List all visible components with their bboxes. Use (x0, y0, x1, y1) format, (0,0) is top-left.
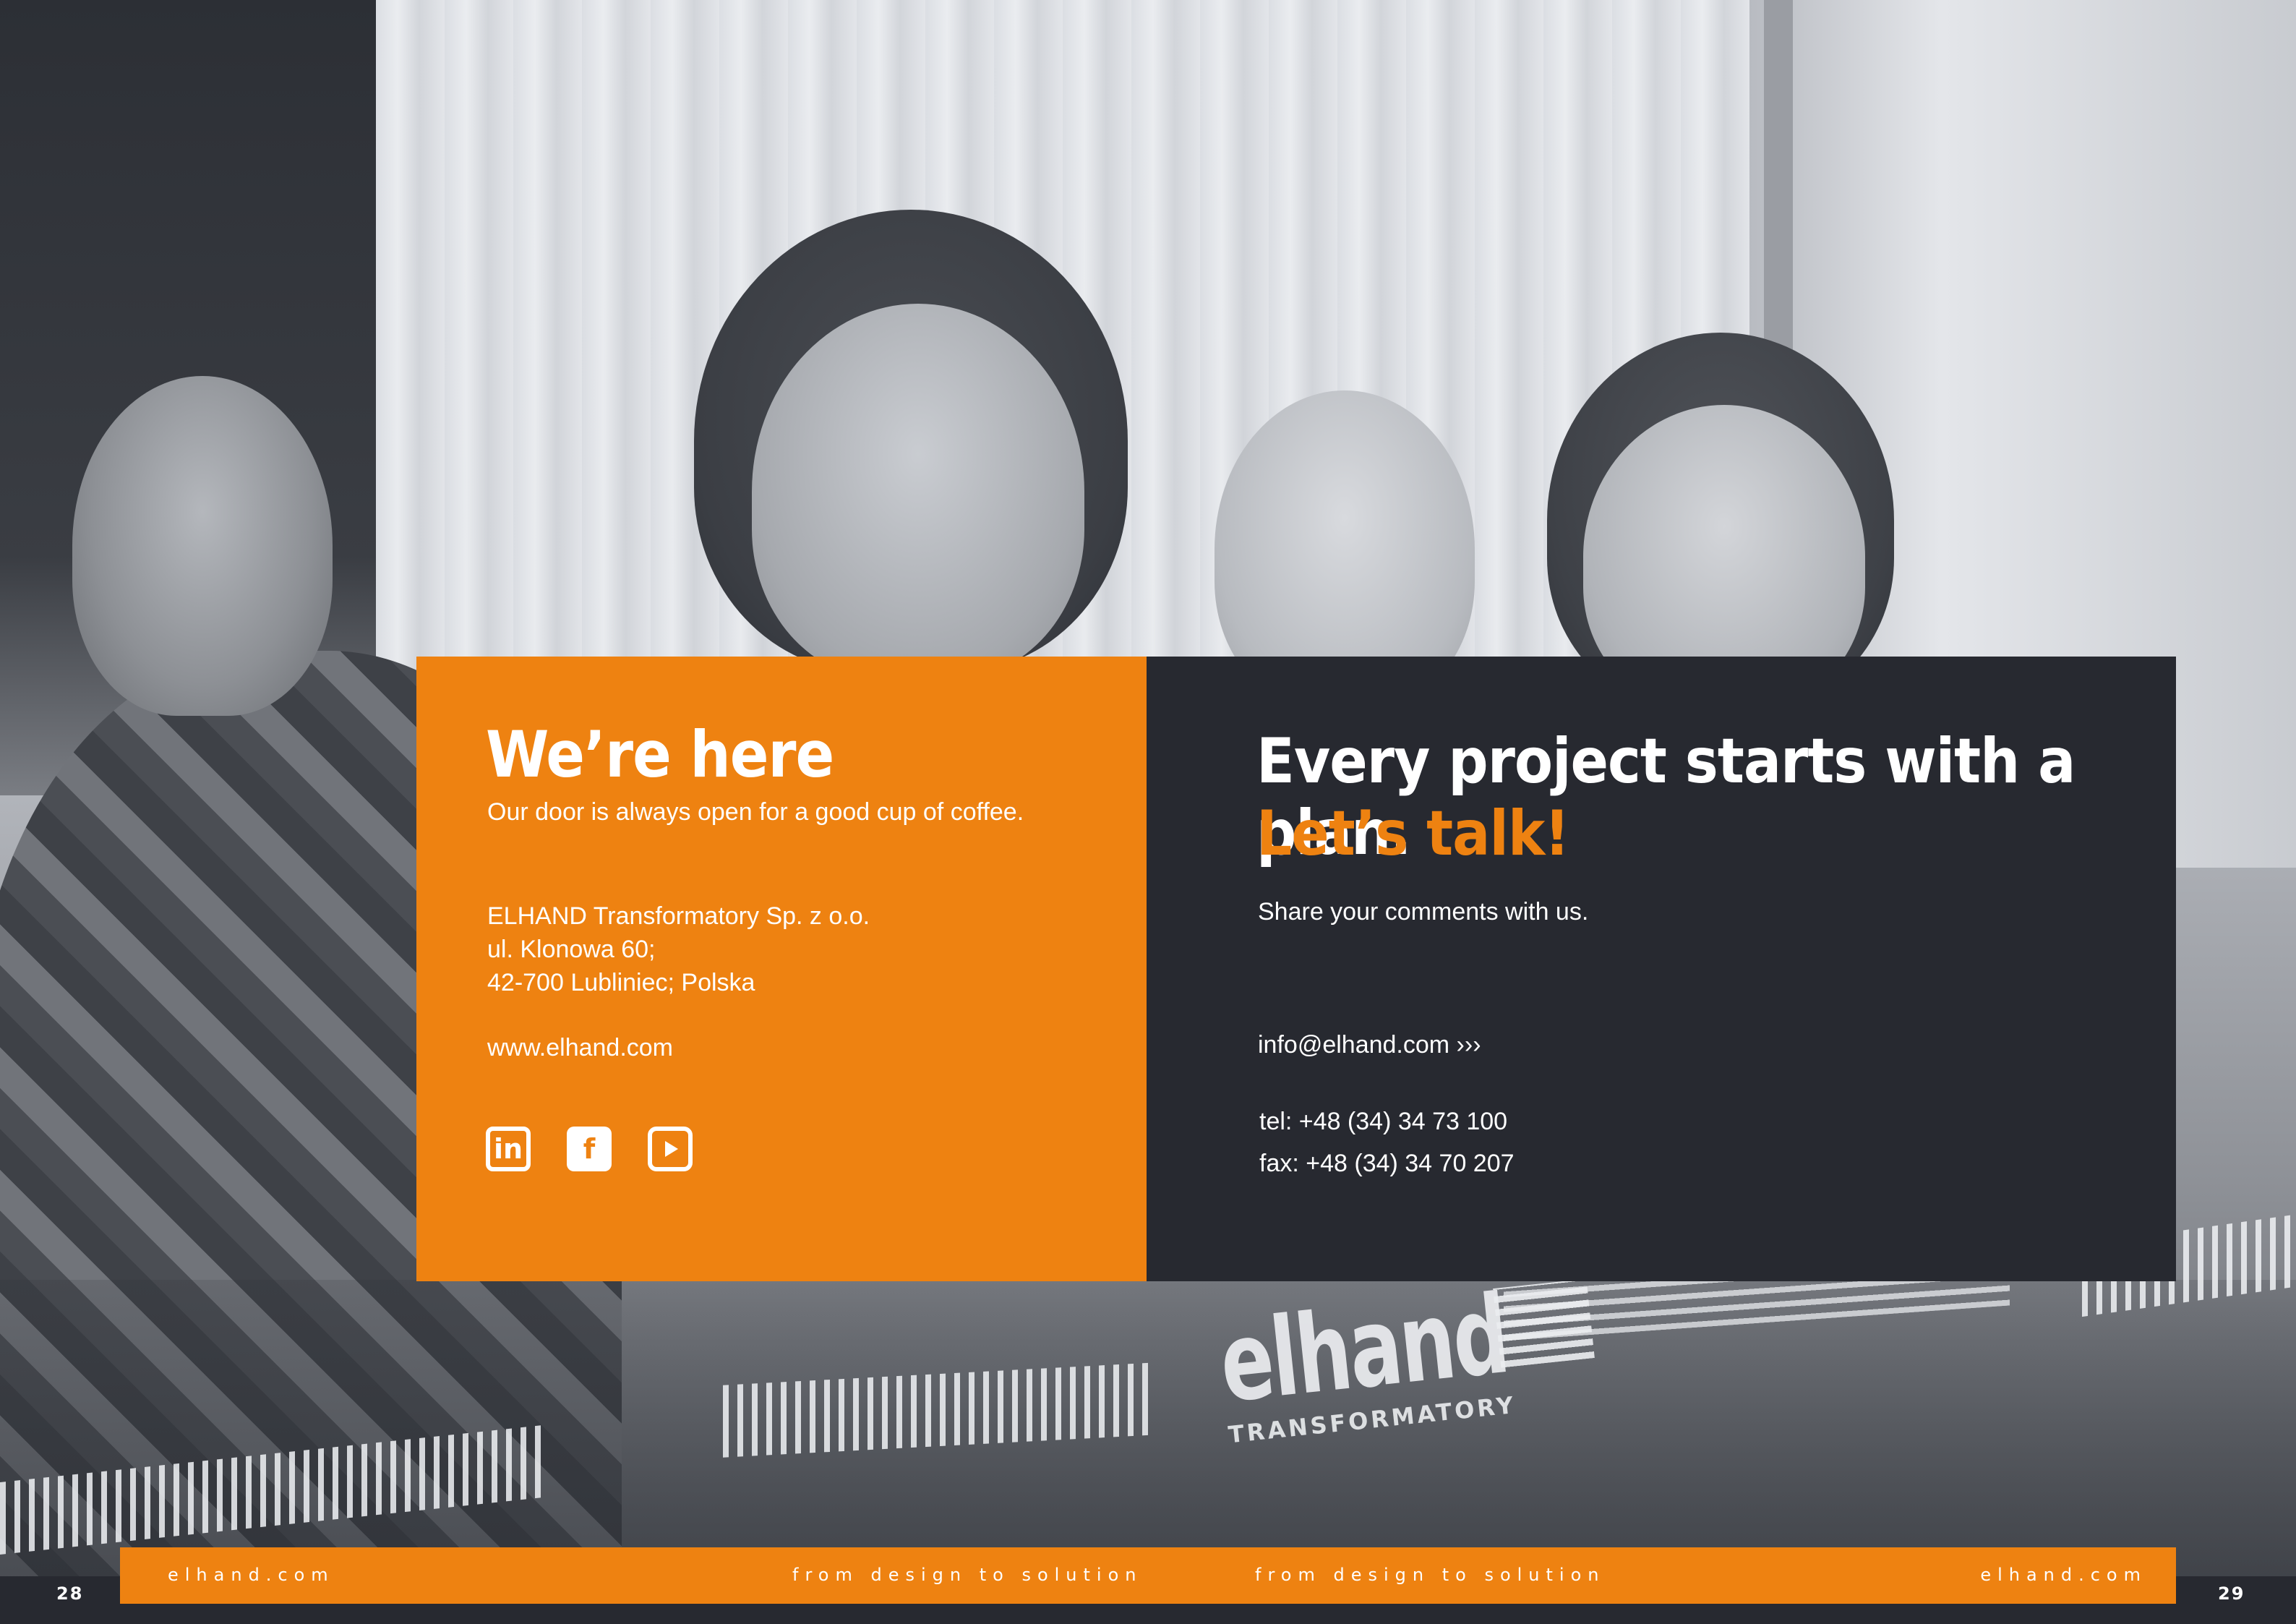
talk-panel: Every project starts with a plan. Let’s … (1147, 657, 2176, 1281)
address-line-company: ELHAND Transformatory Sp. z o.o. (487, 902, 870, 930)
footer-site-right: elhand.com (1980, 1565, 2147, 1585)
social-links: in f (486, 1127, 693, 1171)
youtube-icon[interactable] (648, 1127, 693, 1171)
company-address: ELHAND Transformatory Sp. z o.o. ul. Klo… (487, 899, 870, 999)
lets-talk-heading: Let’s talk! (1256, 798, 1570, 870)
page-number-left: 28 (56, 1584, 84, 1604)
phone-block: tel: +48 (34) 34 73 100 fax: +48 (34) 34… (1259, 1101, 1515, 1184)
footer-site-left: elhand.com (168, 1565, 335, 1585)
facebook-icon[interactable]: f (567, 1127, 612, 1171)
footer-bar: elhand.com from design to solution from … (120, 1547, 2176, 1604)
fax-number: fax: +48 (34) 34 70 207 (1259, 1150, 1515, 1177)
contact-title: We’re here (486, 717, 834, 792)
address-line-city: 42-700 Lubliniec; Polska (487, 969, 755, 996)
brochure-spread: elhand TRANSFORMATORY We’re here Our doo… (0, 0, 2296, 1624)
address-line-street: ul. Klonowa 60; (487, 936, 656, 963)
footer-tagline-left: from design to solution (792, 1565, 1143, 1585)
logo-bars-icon (1493, 1278, 1595, 1368)
footer-tagline-right: from design to solution (1255, 1565, 1606, 1585)
contact-subtitle: Our door is always open for a good cup o… (487, 798, 1024, 826)
website-link[interactable]: www.elhand.com (487, 1034, 673, 1062)
phone-number: tel: +48 (34) 34 73 100 (1259, 1108, 1508, 1135)
email-link[interactable]: info@elhand.com ››› (1258, 1031, 1481, 1059)
logo-wordmark: elhand (1214, 1272, 1513, 1427)
contact-panel: We’re here Our door is always open for a… (416, 657, 1147, 1281)
page-number-right: 29 (2218, 1584, 2245, 1604)
share-text: Share your comments with us. (1258, 898, 1589, 926)
linkedin-icon[interactable]: in (486, 1127, 531, 1171)
